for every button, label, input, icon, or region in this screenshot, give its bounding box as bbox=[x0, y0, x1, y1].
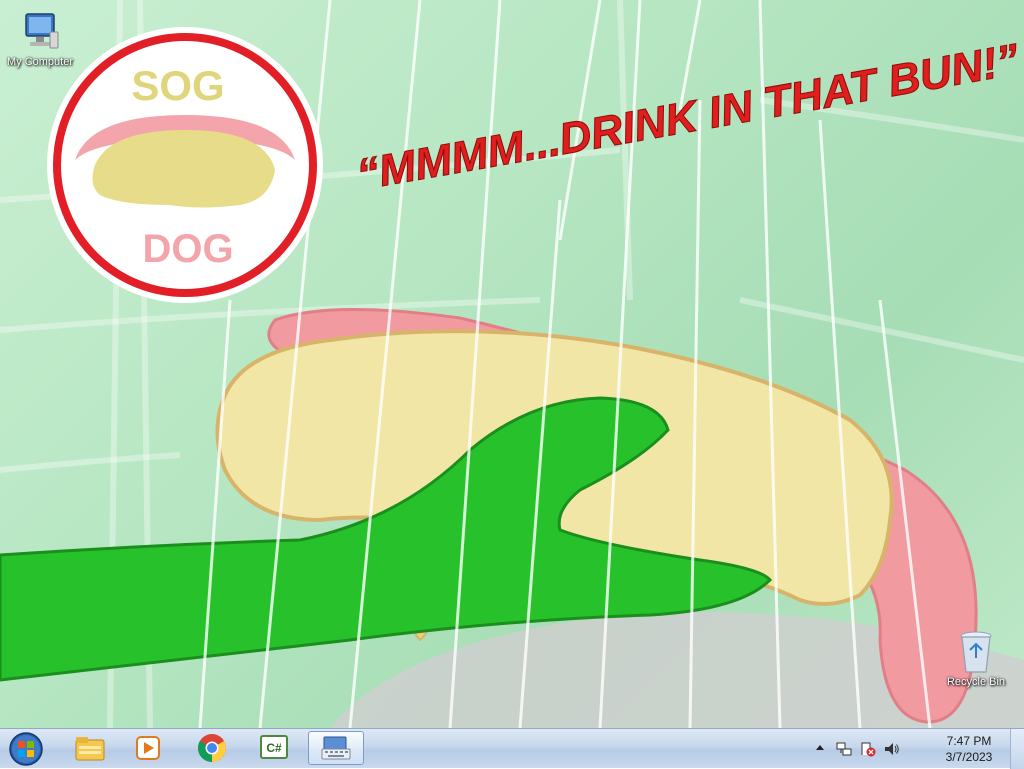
sog-dog-logo: SOG DOG bbox=[47, 27, 323, 303]
start-button[interactable] bbox=[4, 731, 48, 767]
desktop-icon-my-computer[interactable]: My Computer bbox=[0, 10, 80, 68]
windows-start-icon bbox=[9, 732, 43, 766]
desktop[interactable]: SOG DOG “MMMM...DRINK IN THAT BUN!” My C… bbox=[0, 0, 1024, 728]
taskbar-on-screen-keyboard-button[interactable] bbox=[308, 731, 364, 765]
desktop-icon-label: My Computer bbox=[6, 56, 74, 68]
network-icon[interactable] bbox=[836, 741, 852, 757]
action-center-error-icon[interactable] bbox=[860, 741, 876, 757]
wallpaper: SOG DOG “MMMM...DRINK IN THAT BUN!” bbox=[0, 0, 1024, 728]
desktop-icon-label: Recycle Bin bbox=[946, 676, 1006, 688]
file-explorer-icon bbox=[75, 737, 105, 761]
csharp-editor-icon: C# bbox=[260, 735, 288, 759]
logo-bottom-text: DOG bbox=[142, 227, 233, 271]
show-desktop-button[interactable] bbox=[1010, 729, 1024, 769]
system-tray: 7:47 PM 3/7/2023 bbox=[814, 729, 1004, 769]
recycle-bin-icon bbox=[960, 631, 992, 673]
logo-top-text: SOG bbox=[131, 62, 224, 109]
taskbar-chrome-button[interactable] bbox=[184, 731, 240, 765]
taskbar-media-player-button[interactable] bbox=[120, 731, 176, 765]
computer-icon bbox=[25, 13, 59, 49]
clock-date: 3/7/2023 bbox=[945, 750, 993, 764]
media-player-icon bbox=[136, 736, 160, 760]
svg-text:C#: C# bbox=[266, 741, 282, 755]
clock-time: 7:47 PM bbox=[946, 734, 992, 748]
taskbar-csharp-editor-button[interactable]: C# bbox=[246, 731, 302, 765]
show-hidden-icons-chevron-icon[interactable] bbox=[814, 741, 826, 755]
chrome-icon bbox=[198, 734, 226, 762]
on-screen-keyboard-icon bbox=[321, 736, 351, 760]
taskbar-clock[interactable]: 7:47 PM 3/7/2023 bbox=[934, 733, 1004, 765]
volume-icon[interactable] bbox=[884, 741, 900, 757]
logo-bun-shape bbox=[92, 130, 275, 208]
taskbar-file-explorer-button[interactable] bbox=[62, 731, 118, 765]
taskbar: C# 7:47 PM 3/7/2023 bbox=[0, 728, 1024, 769]
desktop-icon-recycle-bin[interactable]: Recycle Bin bbox=[936, 630, 1016, 688]
